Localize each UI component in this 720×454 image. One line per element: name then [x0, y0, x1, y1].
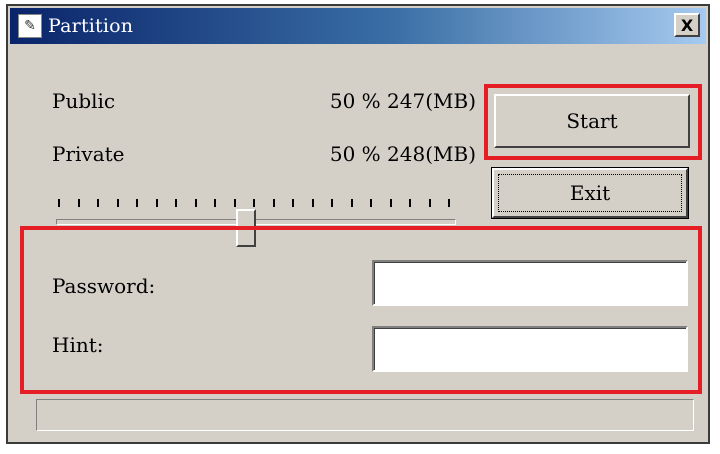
private-label: Private — [52, 142, 125, 166]
focus-ring — [498, 174, 682, 212]
slider-tick — [194, 199, 197, 207]
password-field[interactable] — [372, 260, 688, 306]
exit-button[interactable]: Exit — [491, 167, 689, 219]
public-label: Public — [52, 89, 116, 113]
partition-dialog: ✎ Partition X Public 50 % 247(MB) Privat… — [6, 4, 710, 444]
private-value: 50 % 248(MB) — [329, 142, 476, 166]
title-bar: ✎ Partition X — [10, 8, 706, 44]
slider-tick — [214, 199, 216, 207]
hint-label: Hint: — [52, 333, 104, 357]
close-button[interactable]: X — [674, 13, 700, 37]
slider-tick — [389, 199, 392, 207]
slider-tick — [136, 199, 138, 207]
app-icon: ✎ — [18, 14, 42, 38]
window-title: Partition — [48, 15, 134, 37]
slider-tick — [58, 199, 60, 207]
slider-tick — [409, 199, 411, 207]
slider-ticks — [58, 199, 458, 209]
slider-tick — [272, 199, 275, 207]
slider-tick — [311, 199, 314, 207]
slider-tick — [428, 199, 431, 207]
slider-tick — [155, 199, 158, 207]
slider-tick — [116, 199, 119, 207]
slider-tick — [175, 199, 177, 207]
public-value: 50 % 247(MB) — [329, 89, 476, 113]
slider-tick — [370, 199, 372, 207]
slider-tick — [292, 199, 294, 207]
slider-tick — [97, 199, 99, 207]
hint-field[interactable] — [372, 326, 688, 372]
password-label: Password: — [52, 274, 156, 298]
slider-tick — [331, 199, 333, 207]
status-bar — [36, 399, 694, 431]
start-button-label: Start — [566, 109, 618, 133]
slider-tick — [253, 199, 255, 207]
partition-slider-track[interactable] — [56, 219, 456, 225]
slider-tick — [77, 199, 80, 207]
slider-tick — [350, 199, 353, 207]
slider-tick — [233, 199, 236, 207]
slider-tick — [448, 199, 450, 207]
start-button[interactable]: Start — [494, 94, 690, 148]
